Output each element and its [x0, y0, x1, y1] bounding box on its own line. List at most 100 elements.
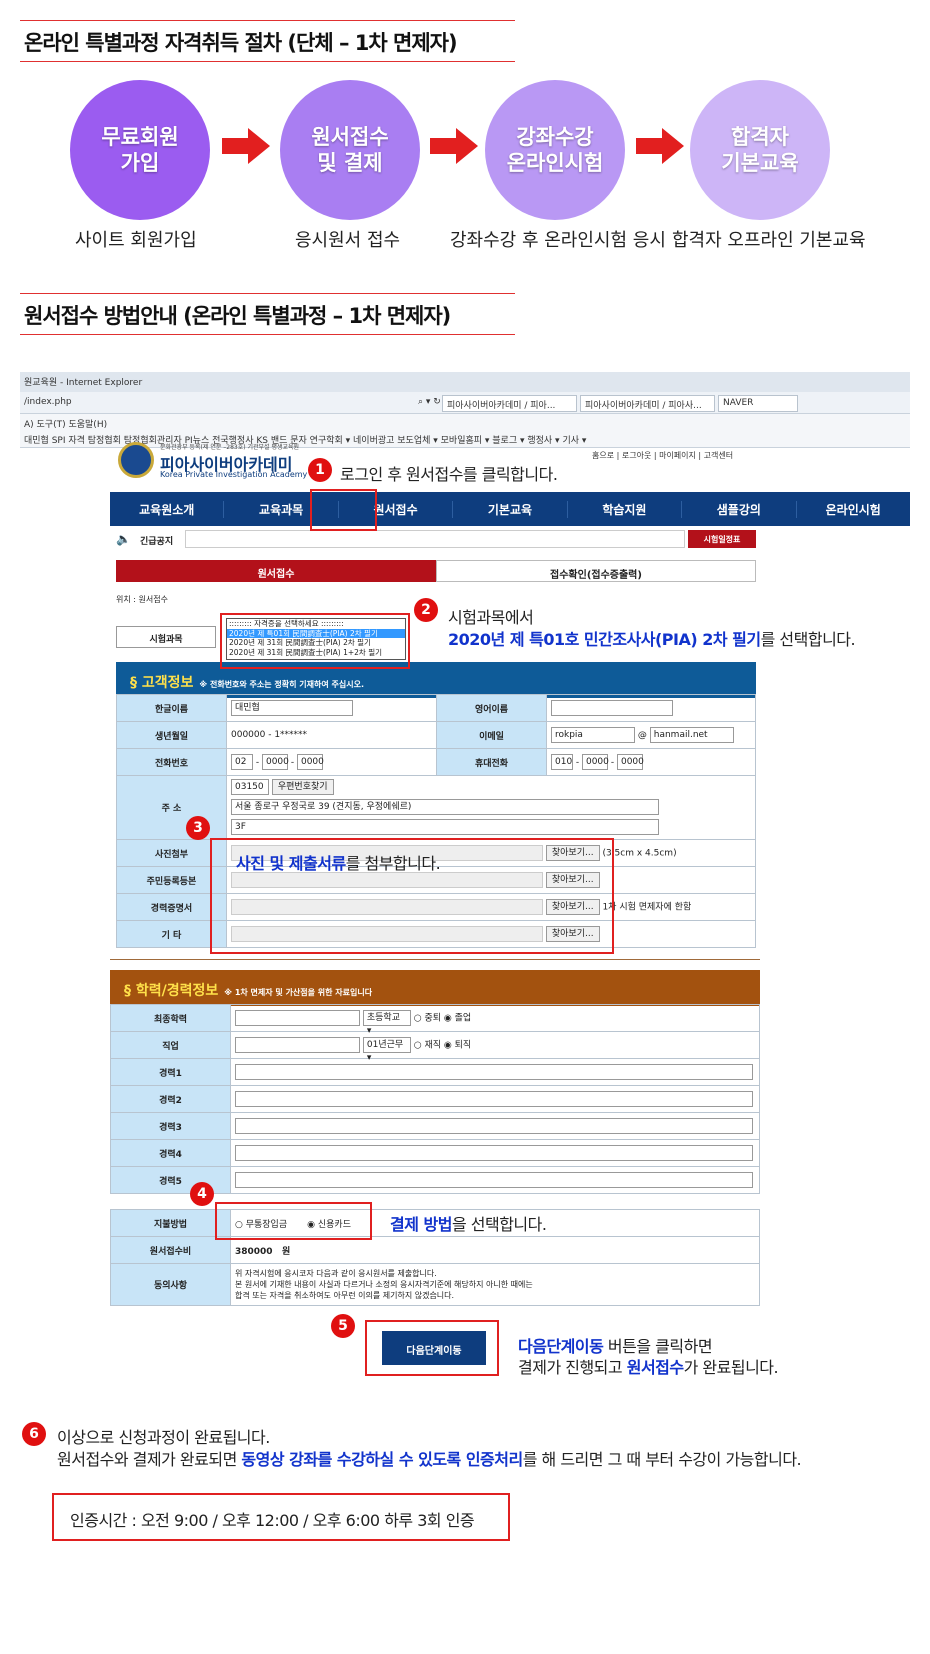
logo-english: Korea Private Investigation Academy [160, 470, 308, 479]
customer-info-header: § 고객정보 ※ 전화번호와 주소는 정확히 기재하여 주십시오. [116, 662, 756, 698]
name-input[interactable]: 대민협 [231, 700, 353, 716]
career-4-input[interactable] [235, 1145, 753, 1161]
radio-graduate[interactable]: 졸업 [455, 1014, 472, 1024]
final-edu-input[interactable] [235, 1010, 360, 1026]
email-id-input[interactable]: rokpia [551, 727, 635, 743]
location-path: 위치 : 원서접수 [116, 595, 168, 604]
agree-line-3: 합격 또는 자격을 취소하여도 아무런 이의를 제기하지 않겠습니다. [235, 1291, 455, 1300]
career-5-input[interactable] [235, 1172, 753, 1188]
agree-line-1: 위 자격시험에 응시코자 다음과 같이 응시원서를 제출합니다. [235, 1269, 437, 1278]
browser-title-bar: 원교육원 - Internet Explorer [20, 372, 910, 392]
section-title-guide: 원서접수 방법안내 (온라인 특별과정 – 1차 면제자) [20, 293, 515, 335]
career-2-input[interactable] [235, 1091, 753, 1107]
phone-label: 전화번호 [116, 748, 227, 776]
browser-tab-1[interactable]: 피아사이버아카데미 / 피아... [442, 395, 577, 412]
phone-input-3[interactable]: 0000 [296, 754, 324, 770]
eng-name-input[interactable] [551, 700, 673, 716]
badge-4: 4 [190, 1182, 214, 1206]
step-caption-1: 사이트 회원가입 [75, 230, 197, 251]
step-caption-4: 합격자 오프라인 기본교육 [672, 230, 866, 251]
fee-label: 원서접수비 [110, 1236, 231, 1264]
radio-employed[interactable]: 재직 [424, 1041, 441, 1051]
address-text[interactable]: /index.php [24, 397, 72, 407]
fee-value: 380000 [235, 1246, 273, 1257]
nav-item-online-exam[interactable]: 온라인시험 [797, 501, 910, 518]
note-4: 결제 방법을 선택합니다. [390, 1211, 547, 1235]
badge-5: 5 [331, 1314, 355, 1338]
speaker-icon: 🔈 [116, 532, 131, 546]
address-input-2[interactable]: 3F [231, 819, 659, 835]
customer-info-note: ※ 전화번호와 주소는 정확히 기재하여 주십시오. [199, 680, 364, 689]
auth-time-box: 인증시간 : 오전 9:00 / 오후 12:00 / 오후 6:00 하루 3… [52, 1493, 510, 1541]
note-2-highlight: 2020년 제 특01호 민간조사사(PIA) 2차 필기 [448, 630, 761, 649]
career-1-label: 경력1 [110, 1058, 231, 1086]
final-edu-select[interactable]: 초등학교 ▾ [362, 1010, 411, 1036]
menu-bar[interactable]: A) 도구(T) 도움말(H) [20, 414, 910, 430]
nav-item-basic-edu[interactable]: 기본교육 [453, 500, 568, 518]
education-info-title: § 학력/경력정보 [124, 983, 219, 999]
zip-input[interactable]: 03150 [231, 779, 269, 795]
address-bar: /index.php ⌕ ▾ ↻ 피아사이버아카데미 / 피아... 피아사이버… [20, 392, 910, 414]
step-circle-4: 합격자 기본교육 [690, 80, 830, 220]
eng-name-label: 영어이름 [436, 694, 547, 722]
fee-unit: 원 [281, 1246, 291, 1257]
job-select[interactable]: 01년근무 ▾ [362, 1037, 411, 1063]
mobile-input-3[interactable]: 0000 [616, 754, 644, 770]
email-at: @ [637, 730, 647, 741]
career-note: 1차 시험 면제자에 한함 [602, 902, 692, 913]
mobile-input-2[interactable]: 0000 [581, 754, 609, 770]
nav-item-about[interactable]: 교육원소개 [110, 500, 225, 518]
note-4b: 을 선택합니다. [451, 1215, 547, 1234]
step-circle-1: 무료회원 가입 [70, 80, 210, 220]
note-2c: 를 선택합니다. [760, 630, 856, 649]
final-edu-label: 최종학력 [110, 1004, 231, 1032]
badge-2: 2 [414, 598, 438, 622]
note-5d-highlight: 원서접수 [626, 1358, 684, 1377]
badge-6: 6 [22, 1422, 46, 1446]
mobile-label: 휴대전화 [436, 748, 547, 776]
address-input-1[interactable]: 서울 종로구 우정국로 39 (견지동, 우정에쉐르) [231, 799, 659, 815]
radio-retired[interactable]: 퇴직 [455, 1041, 472, 1051]
name-label: 한글이름 [116, 694, 227, 722]
step-circle-3: 강좌수강 온라인시험 [485, 80, 625, 220]
phone-input-2[interactable]: 0000 [261, 754, 289, 770]
career-3-input[interactable] [235, 1118, 753, 1134]
nav-item-sample[interactable]: 샘플강의 [682, 500, 797, 518]
career-2-label: 경력2 [110, 1085, 231, 1113]
tab-application[interactable]: 원서접수 [116, 560, 436, 582]
career-1-input[interactable] [235, 1064, 753, 1080]
exam-subject-label: 시험과목 [116, 626, 216, 648]
divider [110, 959, 760, 960]
nav-item-support[interactable]: 학습지원 [568, 500, 683, 518]
arrow-icon [636, 128, 684, 164]
step-caption-3: 강좌수강 후 온라인시험 응시 [450, 230, 666, 251]
note-5e: 가 완료됩니다. [683, 1358, 779, 1377]
search-icon[interactable]: ⌕ ▾ ↻ [418, 397, 441, 407]
top-links[interactable]: 홈으로 | 로그아웃 | 마이페이지 | 고객센터 [592, 450, 733, 461]
note-3b: 를 첨부합니다. [345, 854, 441, 873]
zip-search-button[interactable]: 우편번호찾기 [271, 779, 334, 795]
note-6a: 이상으로 신청과정이 완료됩니다. [57, 1428, 270, 1447]
email-label: 이메일 [436, 721, 547, 749]
radio-dropout[interactable]: 중퇴 [424, 1014, 441, 1024]
highlight-box-2 [220, 613, 410, 669]
step-caption-2: 응시원서 접수 [295, 230, 401, 251]
mobile-input-1[interactable]: 010 [551, 754, 573, 770]
job-input[interactable] [235, 1037, 360, 1053]
schedule-button[interactable]: 시험일정표 [688, 530, 756, 548]
customer-info-title: § 고객정보 [130, 675, 194, 691]
email-domain-input[interactable]: hanmail.net [649, 727, 734, 743]
favorites-bar[interactable]: 대민협 SPI 자격 탐정협회 탐정협회관리자 PI뉴스 전국행정사 KS 밴드… [20, 430, 910, 448]
arrow-icon [430, 128, 478, 164]
browser-tab-3[interactable]: NAVER [718, 395, 798, 412]
browser-tab-2[interactable]: 피아사이버아카데미 / 피아사... [580, 395, 715, 412]
notice-ticker [185, 530, 685, 548]
phone-input-1[interactable]: 02 [231, 754, 253, 770]
logo-emblem-icon [118, 442, 154, 478]
note-3-highlight: 사진 및 제출서류 [236, 854, 346, 873]
highlight-box-4 [215, 1202, 372, 1240]
note-6b-text: 원서접수와 결제가 완료되면 [57, 1450, 242, 1469]
note-2: 2020년 제 특01호 민간조사사(PIA) 2차 필기를 선택합니다. [448, 626, 856, 650]
tab-confirm[interactable]: 접수확인(접수증출력) [436, 560, 756, 582]
note-1: 로그인 후 원서접수를 클릭합니다. [340, 465, 558, 484]
